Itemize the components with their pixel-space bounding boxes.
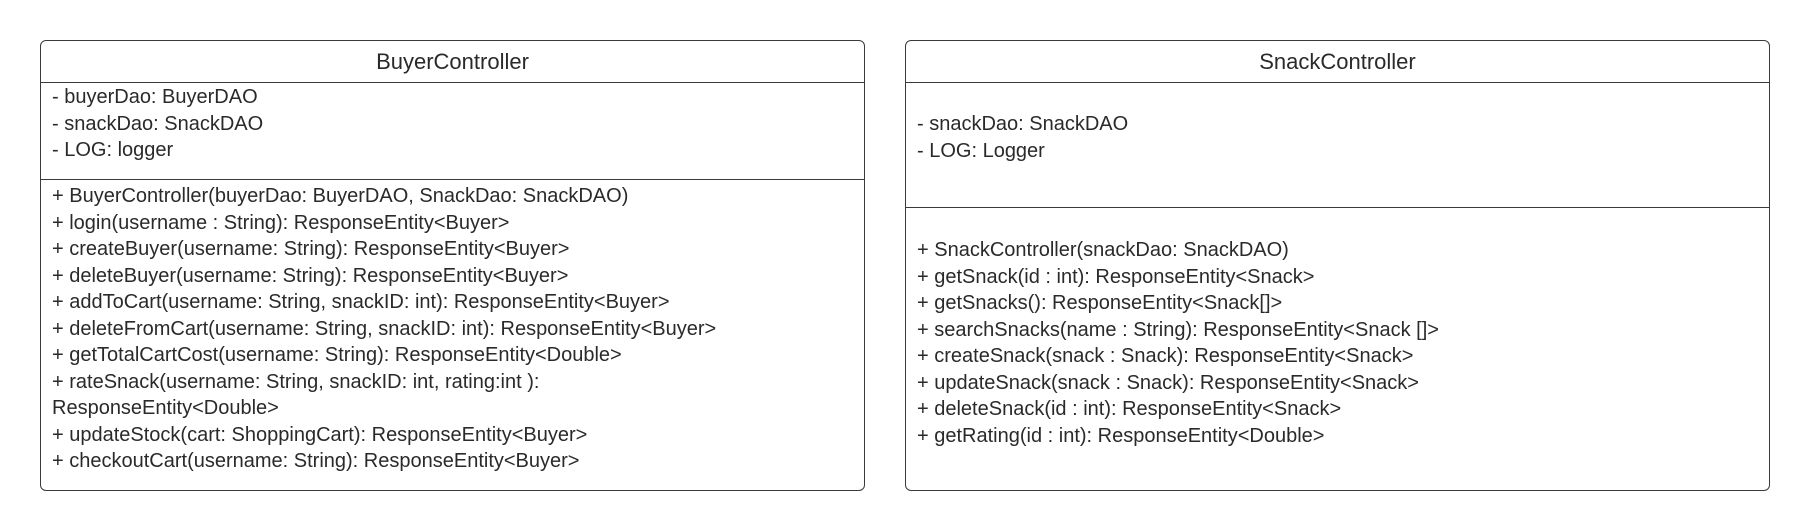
compartment-divider	[906, 82, 1769, 83]
uml-class-snack-controller: SnackController - snackDao: SnackDAO - L…	[905, 40, 1770, 491]
attribute: - buyerDao: BuyerDAO	[52, 86, 258, 108]
compartment-divider	[41, 179, 864, 180]
operation: + deleteFromCart(username: String, snack…	[52, 317, 717, 340]
operations-compartment: + BuyerController(buyerDao: BuyerDAO, Sn…	[52, 183, 856, 475]
attribute: - snackDao: SnackDAO	[52, 112, 264, 135]
operation: + getSnacks(): ResponseEntity<Snack[]>	[917, 292, 1283, 314]
attribute: - LOG: logger	[52, 139, 174, 161]
operation: + updateStock(cart: ShoppingCart): Respo…	[52, 423, 588, 446]
attribute: - snackDao: SnackDAO	[917, 113, 1129, 135]
operation: + SnackController(snackDao: SnackDAO)	[917, 239, 1289, 261]
attributes-compartment: - buyerDao: BuyerDAO - snackDao: SnackDA…	[52, 84, 856, 164]
uml-class-buyer-controller: BuyerController - buyerDao: BuyerDAO - s…	[40, 40, 865, 491]
operation: + checkoutCart(username: String): Respon…	[52, 450, 580, 472]
compartment-divider	[41, 82, 864, 83]
operation: + updateSnack(snack : Snack): ResponseEn…	[917, 371, 1419, 394]
operations-compartment: + SnackController(snackDao: SnackDAO) + …	[917, 237, 1761, 449]
operation: + addToCart(username: String, snackID: i…	[52, 291, 670, 313]
operation: + getTotalCartCost(username: String): Re…	[52, 344, 622, 366]
compartment-divider	[906, 207, 1769, 208]
operation: + login(username : String): ResponseEnti…	[52, 211, 510, 234]
class-name: SnackController	[1259, 49, 1416, 74]
attributes-compartment: - snackDao: SnackDAO - LOG: Logger	[917, 111, 1761, 164]
operation: + deleteSnack(id : int): ResponseEntity<…	[917, 398, 1342, 420]
operation: + createSnack(snack : Snack): ResponseEn…	[917, 345, 1414, 367]
class-name: BuyerController	[376, 49, 529, 74]
operation: + getRating(id : int): ResponseEntity<Do…	[917, 424, 1325, 447]
operation: + getSnack(id : int): ResponseEntity<Sna…	[917, 265, 1315, 288]
operation: + rateSnack(username: String, snackID: i…	[52, 370, 540, 420]
operation: + createBuyer(username: String): Respons…	[52, 238, 570, 260]
attribute: - LOG: Logger	[917, 139, 1045, 162]
operation: + searchSnacks(name : String): ResponseE…	[917, 318, 1439, 341]
operation: + BuyerController(buyerDao: BuyerDAO, Sn…	[52, 185, 629, 207]
operation: + deleteBuyer(username: String): Respons…	[52, 264, 569, 287]
